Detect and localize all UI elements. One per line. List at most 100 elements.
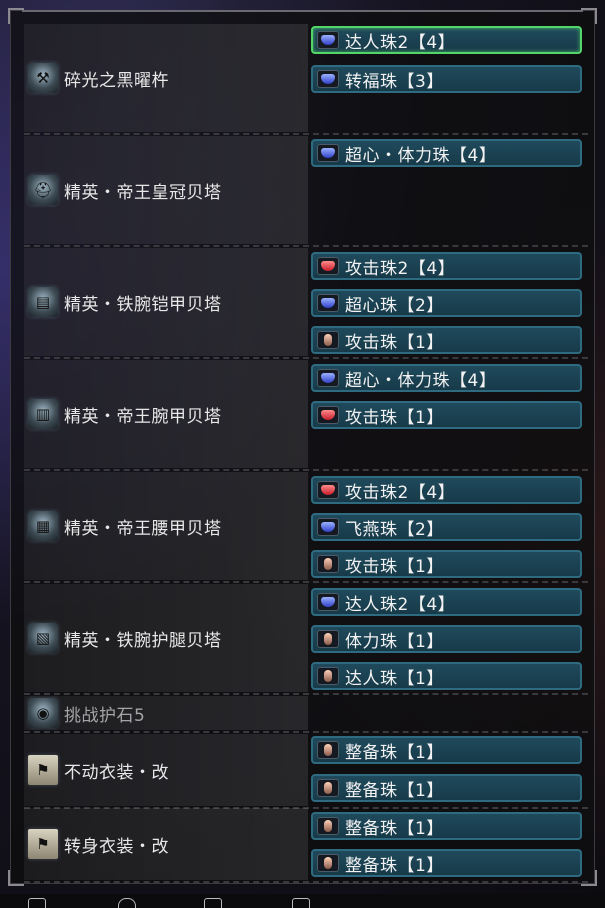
equipment-row[interactable]: ⚑ 不动衣装・改 整备珠【1】 整备珠【1】 bbox=[24, 734, 588, 809]
decoration-slot[interactable]: 飞燕珠【2】 bbox=[311, 513, 582, 541]
decoration-slot[interactable]: 攻击珠【1】 bbox=[311, 550, 582, 578]
decoration-gem-icon bbox=[317, 555, 339, 573]
decoration-gem-icon bbox=[317, 31, 339, 49]
decoration-slot[interactable]: 超心・体力珠【4】 bbox=[311, 364, 582, 392]
equipment-row[interactable]: ▦ 精英・帝王腰甲贝塔 攻击珠2【4】 飞燕珠【2】 攻击珠【1】 bbox=[24, 472, 588, 583]
decoration-slot[interactable]: 攻击珠2【4】 bbox=[311, 476, 582, 504]
mantle-icon: ⚑ bbox=[28, 755, 58, 785]
legs-icon: ▧ bbox=[28, 623, 58, 653]
row-divider bbox=[24, 581, 588, 583]
equipment-row[interactable]: ▧ 精英・铁腕护腿贝塔 达人珠2【4】 体力珠【1】 达人珠【1】 bbox=[24, 584, 588, 695]
equipment-row[interactable]: ◉ 挑战护石5 bbox=[24, 696, 588, 733]
decoration-slot[interactable]: 整备珠【1】 bbox=[311, 812, 582, 840]
controls-hint-bar bbox=[0, 894, 605, 908]
decoration-gem-icon bbox=[317, 817, 339, 835]
row-divider bbox=[24, 469, 588, 471]
equipment-row[interactable]: ⚒ 碎光之黑曜杵 达人珠2【4】 转福珠【3】 bbox=[24, 24, 588, 135]
corner-ornament bbox=[8, 870, 24, 886]
decoration-label: 超心珠【2】 bbox=[345, 295, 444, 316]
button-icon bbox=[28, 898, 46, 908]
equipment-item[interactable]: ◉ 挑战护石5 bbox=[28, 698, 145, 728]
equipment-name: 转身衣装・改 bbox=[64, 836, 169, 857]
button-icon bbox=[118, 898, 136, 908]
decoration-label: 体力珠【1】 bbox=[345, 631, 444, 652]
equipment-name: 挑战护石5 bbox=[64, 705, 146, 726]
equipment-item[interactable]: ▧ 精英・铁腕护腿贝塔 bbox=[28, 623, 222, 653]
equipment-item[interactable]: ⛑ 精英・帝王皇冠贝塔 bbox=[28, 175, 222, 205]
decoration-label: 超心・体力珠【4】 bbox=[345, 145, 497, 166]
decoration-label: 转福珠【3】 bbox=[345, 71, 444, 92]
decoration-gem-icon bbox=[317, 741, 339, 759]
row-divider bbox=[24, 357, 588, 359]
helm-icon: ⛑ bbox=[28, 175, 58, 205]
decoration-slot[interactable]: 攻击珠2【4】 bbox=[311, 252, 582, 280]
decoration-gem-icon bbox=[317, 779, 339, 797]
arms-icon: ▥ bbox=[28, 399, 58, 429]
decoration-slot[interactable]: 达人珠2【4】 bbox=[311, 26, 582, 54]
equipment-name: 精英・帝王腕甲贝塔 bbox=[64, 406, 222, 427]
equipment-item[interactable]: ▦ 精英・帝王腰甲贝塔 bbox=[28, 511, 222, 541]
decoration-label: 攻击珠【1】 bbox=[345, 332, 444, 353]
decoration-label: 攻击珠【1】 bbox=[345, 407, 444, 428]
weapon-icon: ⚒ bbox=[28, 63, 58, 93]
corner-ornament bbox=[581, 8, 597, 24]
decoration-label: 达人珠【1】 bbox=[345, 668, 444, 689]
equipment-name: 精英・铁腕铠甲贝塔 bbox=[64, 294, 222, 315]
equipment-item[interactable]: ⚑ 不动衣装・改 bbox=[28, 755, 169, 785]
chest-icon: ▤ bbox=[28, 287, 58, 317]
decoration-gem-icon bbox=[317, 257, 339, 275]
decoration-slot[interactable]: 超心珠【2】 bbox=[311, 289, 582, 317]
decoration-slot[interactable]: 整备珠【1】 bbox=[311, 849, 582, 877]
decoration-gem-icon bbox=[317, 481, 339, 499]
decoration-label: 超心・体力珠【4】 bbox=[345, 370, 497, 391]
decoration-label: 达人珠2【4】 bbox=[345, 32, 456, 53]
decoration-label: 达人珠2【4】 bbox=[345, 594, 456, 615]
decoration-slot[interactable]: 攻击珠【1】 bbox=[311, 401, 582, 429]
decoration-slot[interactable]: 整备珠【1】 bbox=[311, 774, 582, 802]
row-divider bbox=[24, 881, 588, 883]
decoration-label: 整备珠【1】 bbox=[345, 742, 444, 763]
corner-ornament bbox=[8, 8, 24, 24]
equipment-name: 不动衣装・改 bbox=[64, 762, 169, 783]
decoration-gem-icon bbox=[317, 518, 339, 536]
decoration-label: 攻击珠2【4】 bbox=[345, 482, 456, 503]
equipment-row[interactable]: ▥ 精英・帝王腕甲贝塔 超心・体力珠【4】 攻击珠【1】 bbox=[24, 360, 588, 471]
decoration-label: 整备珠【1】 bbox=[345, 780, 444, 801]
decoration-gem-icon bbox=[317, 331, 339, 349]
charm-icon: ◉ bbox=[28, 698, 58, 728]
row-divider bbox=[24, 133, 588, 135]
decoration-label: 整备珠【1】 bbox=[345, 855, 444, 876]
decoration-label: 攻击珠【1】 bbox=[345, 556, 444, 577]
mantle-icon: ⚑ bbox=[28, 829, 58, 859]
row-divider bbox=[24, 245, 588, 247]
decoration-gem-icon bbox=[317, 854, 339, 872]
decoration-slot[interactable]: 攻击珠【1】 bbox=[311, 326, 582, 354]
decoration-gem-icon bbox=[317, 406, 339, 424]
button-icon bbox=[204, 898, 222, 908]
decoration-slot[interactable]: 达人珠【1】 bbox=[311, 662, 582, 690]
decoration-slot[interactable]: 体力珠【1】 bbox=[311, 625, 582, 653]
decoration-gem-icon bbox=[317, 667, 339, 685]
button-icon bbox=[292, 898, 310, 908]
decoration-label: 整备珠【1】 bbox=[345, 818, 444, 839]
decoration-gem-icon bbox=[317, 294, 339, 312]
decoration-gem-icon bbox=[317, 70, 339, 88]
equipment-name: 精英・帝王腰甲贝塔 bbox=[64, 518, 222, 539]
equipment-row[interactable]: ⛑ 精英・帝王皇冠贝塔 超心・体力珠【4】 bbox=[24, 136, 588, 247]
equipment-item[interactable]: ▥ 精英・帝王腕甲贝塔 bbox=[28, 399, 222, 429]
equipment-item[interactable]: ⚒ 碎光之黑曜杵 bbox=[28, 63, 169, 93]
equipment-name: 精英・铁腕护腿贝塔 bbox=[64, 630, 222, 651]
decoration-slot[interactable]: 转福珠【3】 bbox=[311, 65, 582, 93]
equipment-row[interactable]: ▤ 精英・铁腕铠甲贝塔 攻击珠2【4】超心珠【2】 攻击珠【1】 bbox=[24, 248, 588, 359]
equipment-name: 碎光之黑曜杵 bbox=[64, 70, 169, 91]
equipment-item[interactable]: ⚑ 转身衣装・改 bbox=[28, 829, 169, 859]
decoration-gem-icon bbox=[317, 369, 339, 387]
equipment-item[interactable]: ▤ 精英・铁腕铠甲贝塔 bbox=[28, 287, 222, 317]
decoration-slot[interactable]: 整备珠【1】 bbox=[311, 736, 582, 764]
decoration-slot[interactable]: 超心・体力珠【4】 bbox=[311, 139, 582, 167]
decoration-label: 飞燕珠【2】 bbox=[345, 519, 444, 540]
equipment-row[interactable]: ⚑ 转身衣装・改 整备珠【1】 整备珠【1】 bbox=[24, 808, 588, 883]
decoration-slot[interactable]: 达人珠2【4】 bbox=[311, 588, 582, 616]
panel-top-border bbox=[22, 10, 583, 18]
row-divider bbox=[24, 693, 588, 695]
